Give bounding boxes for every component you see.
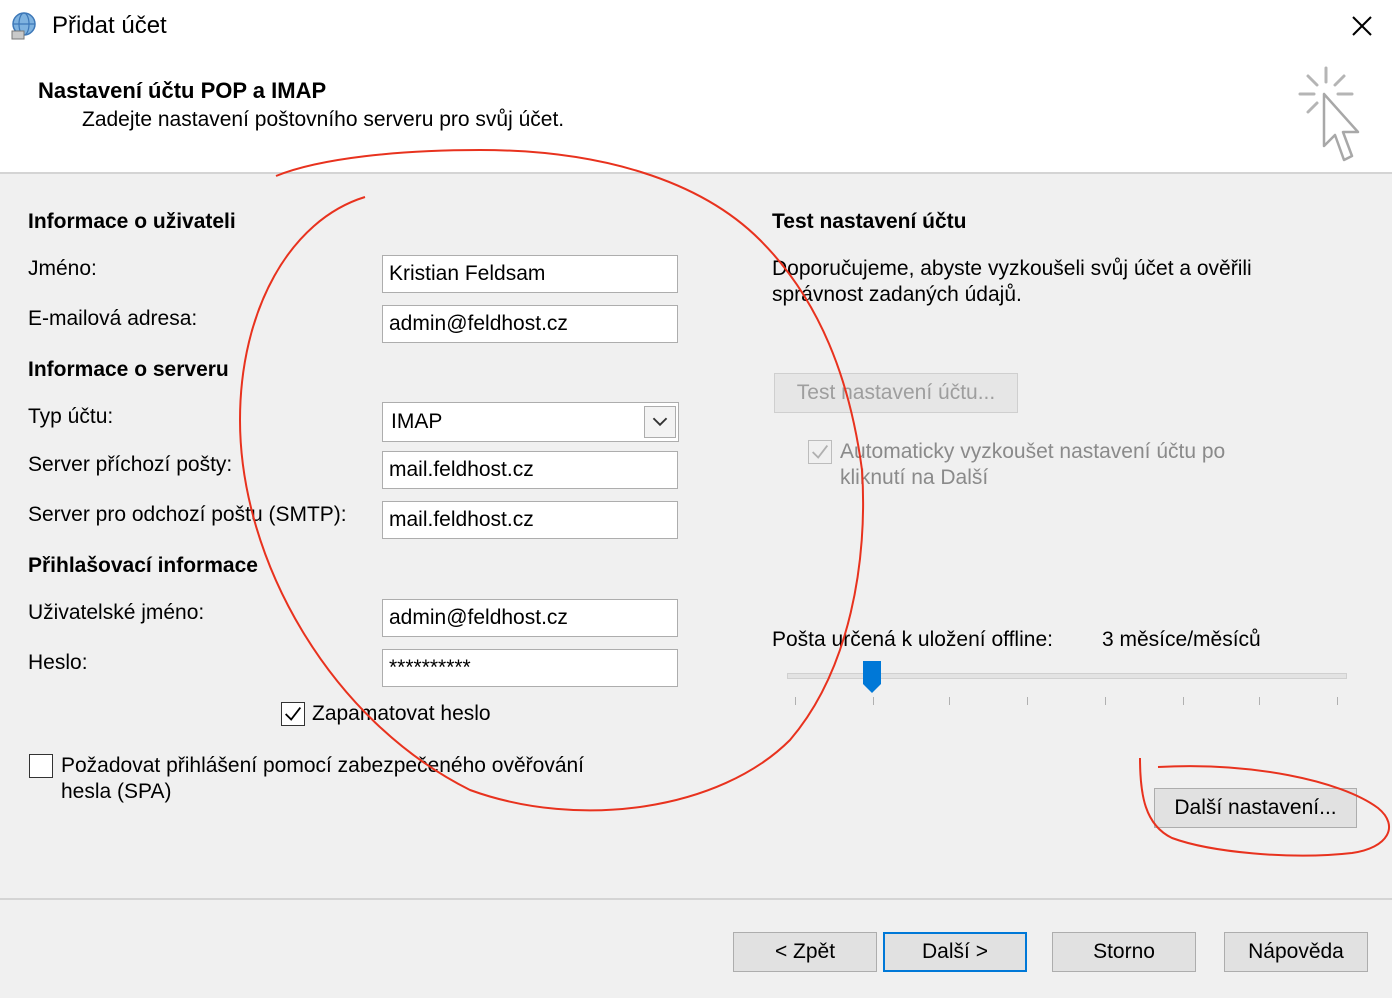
auto-test-label-line1[interactable]: Automaticky vyzkoušet nastavení účtu po <box>840 440 1225 464</box>
outgoing-server-label: Server pro odchozí poštu (SMTP): <box>28 503 347 526</box>
section-user-info: Informace o uživateli <box>28 210 236 233</box>
password-field[interactable] <box>382 649 678 687</box>
section-test-settings: Test nastavení účtu <box>772 210 967 233</box>
chevron-down-icon <box>652 417 668 427</box>
window-title: Přidat účet <box>52 12 167 39</box>
spa-label-line1[interactable]: Požadovat přihlášení pomocí zabezpečenéh… <box>61 754 584 778</box>
offline-slider-thumb[interactable] <box>862 660 882 694</box>
auto-test-checkbox[interactable] <box>808 440 832 464</box>
account-type-select[interactable]: IMAP <box>382 402 679 442</box>
username-field[interactable] <box>382 599 678 637</box>
remember-password-label[interactable]: Zapamatovat heslo <box>312 702 491 726</box>
offline-mail-label: Pošta určená k uložení offline: <box>772 628 1053 651</box>
page-title: Nastavení účtu POP a IMAP <box>38 78 327 103</box>
test-desc-line2: správnost zadaných údajů. <box>772 283 1022 306</box>
close-icon[interactable] <box>1342 6 1382 46</box>
cancel-button[interactable]: Storno <box>1052 932 1196 972</box>
name-label: Jméno: <box>28 257 97 280</box>
test-desc-line1: Doporučujeme, abyste vyzkoušeli svůj úče… <box>772 257 1252 280</box>
slider-tick <box>873 697 874 705</box>
slider-tick <box>949 697 950 705</box>
email-label: E-mailová adresa: <box>28 307 198 330</box>
slider-tick <box>1027 697 1028 705</box>
slider-tick <box>1337 697 1338 705</box>
spa-checkbox[interactable] <box>29 754 53 778</box>
incoming-server-field[interactable] <box>382 451 678 489</box>
title-bar <box>0 0 1392 52</box>
remember-password-checkbox[interactable] <box>281 702 305 726</box>
spa-label-line2[interactable]: hesla (SPA) <box>61 780 172 804</box>
dropdown-button[interactable] <box>644 406 676 438</box>
more-settings-button[interactable]: Další nastavení... <box>1154 788 1357 828</box>
slider-tick <box>795 697 796 705</box>
page-subtitle: Zadejte nastavení poštovního serveru pro… <box>82 108 565 131</box>
help-button[interactable]: Nápověda <box>1224 932 1368 972</box>
auto-test-label-line2[interactable]: kliknutí na Další <box>840 466 988 490</box>
back-button[interactable]: < Zpět <box>733 932 877 972</box>
outlook-account-icon <box>11 12 36 40</box>
next-button[interactable]: Další > <box>883 932 1027 972</box>
section-server-info: Informace o serveru <box>28 358 229 381</box>
test-account-button[interactable]: Test nastavení účtu... <box>774 373 1018 413</box>
checkmark-icon <box>285 707 302 721</box>
incoming-server-label: Server příchozí pošty: <box>28 453 233 476</box>
slider-tick <box>1105 697 1106 705</box>
slider-tick <box>1183 697 1184 705</box>
slider-tick <box>1259 697 1260 705</box>
section-login-info: Přihlašovací informace <box>28 554 258 577</box>
name-field[interactable] <box>382 255 678 293</box>
offline-mail-value: 3 měsíce/měsíců <box>1102 628 1261 651</box>
password-label: Heslo: <box>28 651 88 674</box>
outgoing-server-field[interactable] <box>382 501 678 539</box>
account-type-value: IMAP <box>391 410 443 433</box>
checkmark-icon <box>812 445 829 459</box>
username-label: Uživatelské jméno: <box>28 601 205 624</box>
cursor-sparkle-icon <box>1298 66 1360 162</box>
email-field[interactable] <box>382 305 678 343</box>
account-type-label: Typ účtu: <box>28 405 114 428</box>
